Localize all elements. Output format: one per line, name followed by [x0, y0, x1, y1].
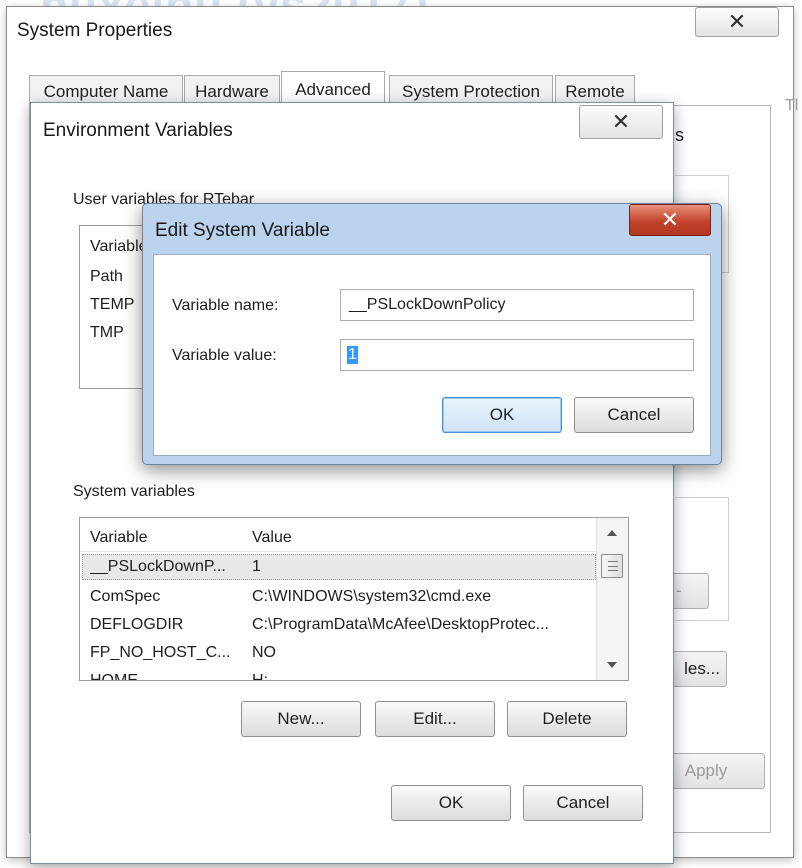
table-cell-value[interactable]: NO	[252, 644, 276, 662]
list-item[interactable]: Path	[90, 268, 123, 286]
table-cell-variable[interactable]: FP_NO_HOST_C...	[90, 644, 230, 662]
cancel-button[interactable]: Cancel	[574, 397, 694, 433]
column-header-variable[interactable]: Variable	[90, 529, 148, 547]
column-header-variable[interactable]: Variable	[90, 238, 148, 256]
variable-name-field[interactable]: __PSLockDownPolicy	[340, 289, 694, 321]
system-variables-label: System variables	[73, 483, 195, 500]
window-title: System Properties	[17, 20, 173, 41]
grip-icon-line	[608, 566, 618, 567]
table-cell-variable[interactable]: ComSpec	[90, 588, 160, 606]
table-cell-value[interactable]: C:\WINDOWS\system32\cmd.exe	[252, 588, 491, 606]
variable-name-label: Variable name:	[172, 297, 279, 314]
selected-text: 1	[347, 346, 358, 364]
delete-button[interactable]: Delete	[507, 701, 627, 737]
variable-value-field[interactable]: 1	[340, 339, 694, 371]
scroll-thumb[interactable]	[601, 554, 623, 578]
edit-system-variable-dialog: Edit System Variable ✕ Variable name: __…	[142, 203, 722, 465]
table-cell-value[interactable]: H:	[252, 672, 268, 680]
ok-button[interactable]: OK	[442, 397, 562, 433]
close-button[interactable]: ✕	[695, 7, 779, 37]
table-cell-value[interactable]: 1	[252, 558, 261, 576]
dialog-title: Environment Variables	[43, 120, 233, 141]
column-header-value[interactable]: Value	[252, 529, 292, 547]
scroll-up-icon[interactable]	[607, 530, 617, 536]
dialog-content: Variable name: __PSLockDownPolicy Variab…	[153, 254, 711, 456]
scroll-down-icon[interactable]	[607, 662, 617, 668]
close-button[interactable]: ✕	[579, 105, 663, 139]
list-header	[80, 518, 596, 552]
right-edge-fragment: Tl	[785, 97, 799, 114]
settings-fragment: s	[675, 125, 684, 145]
close-icon: ✕	[660, 207, 680, 232]
close-button[interactable]: ✕	[629, 204, 711, 236]
table-cell-value[interactable]: C:\ProgramData\McAfee\DesktopProtec...	[252, 616, 592, 634]
edit-button[interactable]: Edit...	[375, 701, 495, 737]
list-item[interactable]: TEMP	[90, 296, 134, 314]
ok-button[interactable]: OK	[391, 785, 511, 821]
vertical-scrollbar[interactable]	[596, 518, 628, 680]
new-button[interactable]: New...	[241, 701, 361, 737]
table-cell-variable[interactable]: __PSLockDownP...	[90, 558, 226, 576]
table-cell-variable[interactable]: HOME	[90, 672, 138, 680]
table-cell-variable[interactable]: DEFLOGDIR	[90, 616, 183, 634]
close-icon: ✕	[611, 109, 631, 134]
cancel-button[interactable]: Cancel	[523, 785, 643, 821]
system-variables-list[interactable]: Variable Value __PSLockDownP... 1 ComSpe…	[79, 517, 629, 681]
dialog-title: Edit System Variable	[155, 220, 330, 241]
close-icon: ✕	[727, 9, 747, 34]
list-item[interactable]: TMP	[90, 324, 124, 342]
variable-value-label: Variable value:	[172, 347, 277, 364]
